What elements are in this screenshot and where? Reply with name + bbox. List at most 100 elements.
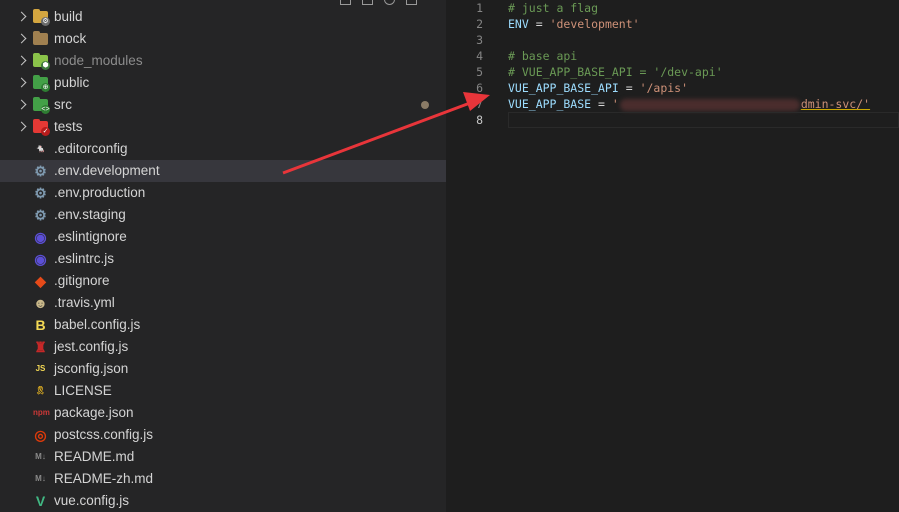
- license-icon: 🎗: [35, 386, 46, 395]
- file-item[interactable]: ☻ .travis.yml: [0, 292, 446, 314]
- file-item[interactable]: JS jsconfig.json: [0, 358, 446, 380]
- folder-mock-icon: [33, 31, 48, 45]
- file-item[interactable]: 🎗 LICENSE: [0, 380, 446, 402]
- tree-item-label: tests: [54, 119, 83, 134]
- code-line[interactable]: 6 VUE_APP_BASE_API = '/apis': [446, 80, 899, 96]
- folder-item[interactable]: <> src: [0, 94, 446, 116]
- tree-item-label: .env.staging: [54, 207, 126, 222]
- chevron-right-icon[interactable]: [16, 94, 28, 116]
- tree-item-label: .eslintrc.js: [54, 251, 115, 266]
- folder-badge-icon: <>: [41, 105, 50, 114]
- code-token: ENV: [508, 17, 529, 31]
- folder-tests-icon: ✓: [33, 119, 50, 136]
- vue-icon: V: [35, 493, 46, 509]
- folder-item[interactable]: mock: [0, 28, 446, 50]
- folder-node-icon: ⬢: [33, 53, 50, 70]
- folder-item[interactable]: ⬢ node_modules: [0, 50, 446, 72]
- chevron-right-icon[interactable]: [16, 72, 28, 94]
- code-line[interactable]: 5 # VUE_APP_BASE_API = '/dev-api': [446, 64, 899, 80]
- tree-item-label: .eslintignore: [54, 229, 127, 244]
- file-explorer: ⚙ build mock ⬢ node_modules ⊕ public <> src ✓ test…: [0, 0, 446, 512]
- file-tree: ⚙ build mock ⬢ node_modules ⊕ public <> src ✓ test…: [0, 6, 446, 512]
- tree-item-label: README-zh.md: [54, 471, 154, 486]
- code-line[interactable]: 8: [446, 112, 899, 128]
- folder-badge-icon: ⚙: [41, 17, 50, 26]
- code-line[interactable]: 4 # base api: [446, 48, 899, 64]
- tree-item-label: README.md: [54, 449, 135, 464]
- tree-item-label: .editorconfig: [54, 141, 128, 156]
- postcss-icon: ◎: [34, 427, 47, 443]
- folder-badge-icon: ✓: [41, 127, 50, 136]
- explorer-toolbar: [340, 0, 428, 5]
- folder-item[interactable]: ⊕ public: [0, 72, 446, 94]
- chevron-right-icon[interactable]: [16, 6, 28, 28]
- file-item[interactable]: M↓ README-zh.md: [0, 468, 446, 490]
- file-item[interactable]: npm package.json: [0, 402, 446, 424]
- folder-src-icon: <>: [33, 97, 50, 114]
- new-folder-icon[interactable]: [362, 0, 373, 5]
- current-line-highlight: [508, 112, 899, 128]
- tree-item-label: src: [54, 97, 72, 112]
- redacted-region: [619, 98, 800, 111]
- tree-item-label: mock: [54, 31, 87, 46]
- folder-item[interactable]: ✓ tests: [0, 116, 446, 138]
- code-line[interactable]: 2 ENV = 'development': [446, 16, 899, 32]
- code-token: =: [591, 97, 612, 111]
- collapse-all-icon[interactable]: [406, 0, 417, 5]
- file-item[interactable]: Bbabel.config.js: [0, 314, 446, 336]
- file-item[interactable]: ⚙ .env.production: [0, 182, 446, 204]
- file-item[interactable]: ⚙ .env.staging: [0, 204, 446, 226]
- file-item[interactable]: ◎ postcss.config.js: [0, 424, 446, 446]
- file-item[interactable]: ♜ jest.config.js: [0, 336, 446, 358]
- new-file-icon[interactable]: [340, 0, 351, 5]
- code-line[interactable]: 1 # just a flag: [446, 0, 899, 16]
- code-text: ENV = 'development': [508, 16, 640, 32]
- line-number: 2: [476, 17, 483, 31]
- file-item[interactable]: ◆ .gitignore: [0, 270, 446, 292]
- code-text: # VUE_APP_BASE_API = '/dev-api': [508, 64, 723, 80]
- markdown-icon: M↓: [35, 474, 46, 483]
- refresh-icon[interactable]: [384, 0, 395, 5]
- file-item[interactable]: M↓ README.md: [0, 446, 446, 468]
- folder-build-icon: ⚙: [33, 9, 50, 26]
- tree-item-label: LICENSE: [54, 383, 112, 398]
- folder-badge-icon: ⬢: [41, 61, 50, 70]
- file-item[interactable]: ◉ .eslintignore: [0, 226, 446, 248]
- code-line[interactable]: 3: [446, 32, 899, 48]
- file-item[interactable]: 🐁 .editorconfig: [0, 138, 446, 160]
- code-token: VUE_APP_BASE: [508, 97, 592, 111]
- code-line[interactable]: 7 VUE_APP_BASE = ' dmin-svc/': [446, 96, 899, 112]
- tree-item-label: package.json: [54, 405, 134, 420]
- js-icon: JS: [35, 364, 46, 373]
- markdown-icon: M↓: [35, 452, 46, 461]
- line-number: 4: [476, 49, 483, 63]
- eslint-icon: ◉: [34, 251, 47, 267]
- code-token: =: [528, 17, 550, 31]
- npm-icon: npm: [33, 408, 50, 417]
- tree-item-label: vue.config.js: [54, 493, 130, 508]
- chevron-right-icon[interactable]: [16, 28, 28, 50]
- line-number: 8: [476, 113, 483, 127]
- tree-item-label: .env.production: [54, 185, 146, 200]
- tree-item-label: .env.development: [54, 163, 160, 178]
- line-number: 7: [476, 97, 483, 111]
- git-icon: ◆: [35, 273, 46, 289]
- code-token: 'development': [549, 17, 640, 31]
- gear-icon: ⚙: [34, 163, 47, 179]
- code-token: =: [618, 81, 640, 95]
- file-item[interactable]: ◉ .eslintrc.js: [0, 248, 446, 270]
- code-editor[interactable]: 1 # just a flag 2 ENV = 'development' 3 4 # ba…: [446, 0, 899, 512]
- folder-item[interactable]: ⚙ build: [0, 6, 446, 28]
- code-text: # base api: [508, 48, 577, 64]
- gear-icon: ⚙: [34, 207, 47, 223]
- modified-dot-icon: [421, 101, 429, 109]
- file-item[interactable]: Vvue.config.js: [0, 490, 446, 512]
- file-item[interactable]: ⚙ .env.development: [0, 160, 446, 182]
- jest-icon: ♜: [34, 339, 47, 355]
- line-number: 5: [476, 65, 483, 79]
- editorconfig-icon: 🐁: [35, 144, 46, 153]
- tree-item-label: postcss.config.js: [54, 427, 154, 442]
- chevron-right-icon[interactable]: [16, 116, 28, 138]
- chevron-right-icon[interactable]: [16, 50, 28, 72]
- line-number: 6: [476, 81, 483, 95]
